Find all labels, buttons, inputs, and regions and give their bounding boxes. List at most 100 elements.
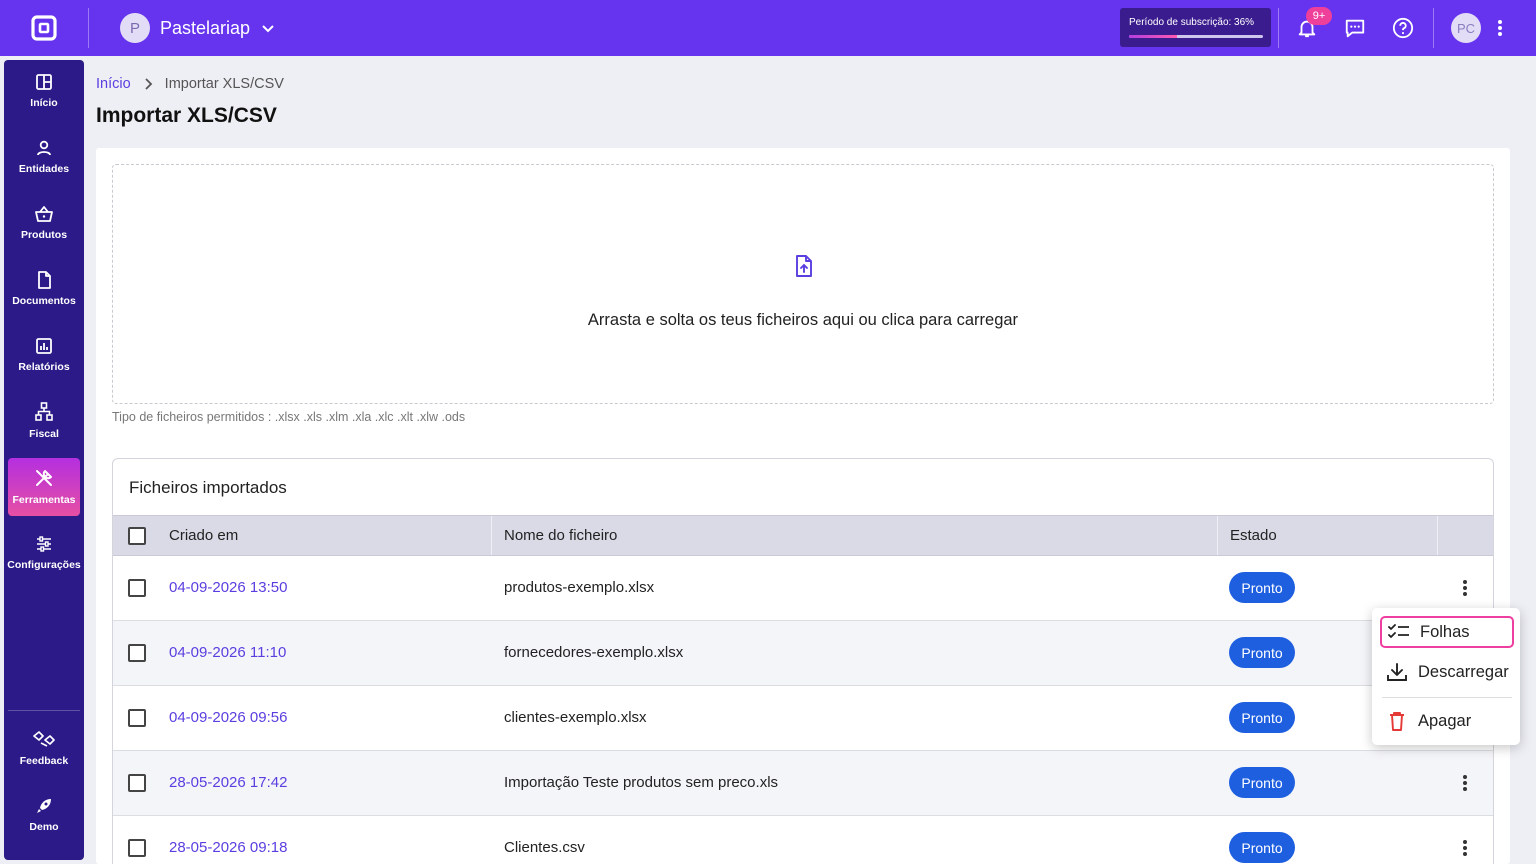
imported-files-table: Ficheiros importados Criado em Nome do f… — [112, 458, 1494, 864]
table-row[interactable]: 28-05-2026 17:42 Importação Teste produt… — [113, 751, 1493, 816]
row-checkbox[interactable] — [128, 579, 146, 597]
basket-icon — [35, 206, 53, 222]
app-logo[interactable] — [30, 14, 58, 42]
checklist-icon — [1388, 624, 1409, 638]
row-checkbox[interactable] — [128, 774, 146, 792]
select-all-checkbox[interactable] — [128, 527, 146, 545]
breadcrumb-current: Importar XLS/CSV — [164, 76, 284, 92]
trash-icon — [1390, 712, 1404, 731]
sidebar-item-demo[interactable]: Demo — [8, 786, 80, 844]
sidebar-item-label: Início — [30, 97, 58, 109]
sidebar-item-label: Demo — [29, 821, 59, 833]
sidebar-item-inicio[interactable]: Início — [8, 62, 80, 120]
company-selector[interactable]: P Pastelariap — [120, 13, 276, 43]
row-checkbox[interactable] — [128, 839, 146, 857]
more-vertical-icon — [1463, 840, 1467, 856]
network-icon — [35, 402, 53, 421]
download-icon — [1387, 663, 1407, 681]
divider — [1278, 8, 1279, 48]
header-filename[interactable]: Nome do ficheiro — [504, 516, 617, 555]
help-icon — [1392, 17, 1414, 39]
subscription-progress-fill — [1129, 35, 1178, 38]
row-actions-button[interactable] — [1453, 768, 1477, 798]
sidebar-item-documentos[interactable]: Documentos — [8, 260, 80, 318]
status-badge: Pronto — [1229, 832, 1295, 863]
row-context-menu: Folhas Descarregar Apagar — [1372, 608, 1520, 745]
tools-icon — [36, 470, 52, 486]
sidebar-item-fiscal[interactable]: Fiscal — [8, 392, 80, 450]
sidebar-item-produtos[interactable]: Produtos — [8, 194, 80, 252]
filename: produtos-exemplo.xlsx — [504, 579, 655, 596]
sliders-icon — [37, 536, 51, 552]
feedback-icon — [33, 731, 55, 747]
sidebar-item-label: Fiscal — [29, 428, 59, 440]
sidebar-item-label: Ferramentas — [12, 494, 76, 506]
sidebar-item-label: Feedback — [19, 755, 69, 767]
header-created[interactable]: Criado em — [169, 516, 238, 555]
chat-icon — [1345, 19, 1365, 38]
created-date-link[interactable]: 04-09-2026 09:56 — [169, 709, 287, 726]
table-title: Ficheiros importados — [129, 478, 287, 497]
table-row[interactable]: 28-05-2026 09:18 Clientes.csv Pronto — [113, 816, 1493, 864]
row-actions-button[interactable] — [1453, 833, 1477, 863]
sidebar-divider — [8, 710, 80, 711]
created-date-link[interactable]: 04-09-2026 13:50 — [169, 579, 287, 596]
sidebar-item-label: Relatórios — [18, 361, 70, 373]
sidebar-item-entidades[interactable]: Entidades — [8, 128, 80, 186]
menu-item-folhas[interactable]: Folhas — [1380, 616, 1514, 648]
sidebar-item-ferramentas[interactable]: Ferramentas — [8, 458, 80, 516]
divider — [1433, 8, 1434, 48]
subscription-label: Período de subscrição: 36% — [1129, 17, 1255, 28]
row-actions-button[interactable] — [1453, 573, 1477, 603]
main-card: Arrasta e solta os teus ficheiros aqui o… — [96, 148, 1510, 864]
filename: fornecedores-exemplo.xlsx — [504, 644, 684, 661]
sidebar-item-relatorios[interactable]: Relatórios — [8, 326, 80, 384]
menu-divider — [1382, 697, 1512, 698]
more-vertical-icon — [1463, 775, 1467, 791]
company-name: Pastelariap — [160, 17, 251, 38]
table-row[interactable]: 04-09-2026 09:56 clientes-exemplo.xlsx P… — [113, 686, 1493, 751]
help-button[interactable] — [1389, 14, 1417, 42]
filename: Importação Teste produtos sem preco.xls — [504, 774, 779, 791]
subscription-progress-track — [1129, 35, 1263, 38]
file-upload-icon — [796, 255, 812, 277]
created-date-link[interactable]: 28-05-2026 09:18 — [169, 839, 287, 856]
sidebar-item-label: Documentos — [12, 295, 76, 307]
more-options-button[interactable] — [1486, 14, 1514, 42]
messages-button[interactable] — [1341, 14, 1369, 42]
breadcrumb-home-link[interactable]: Início — [96, 76, 131, 92]
created-date-link[interactable]: 04-09-2026 11:10 — [169, 644, 286, 661]
menu-item-apagar[interactable]: Apagar — [1380, 705, 1514, 737]
sidebar-item-label: Configurações — [7, 559, 81, 571]
sidebar-item-configuracoes[interactable]: Configurações — [7, 524, 81, 582]
table-header: Criado em Nome do ficheiro Estado — [113, 515, 1493, 556]
row-checkbox[interactable] — [128, 709, 146, 727]
filename: Clientes.csv — [504, 839, 585, 856]
menu-item-label: Apagar — [1418, 711, 1472, 730]
more-vertical-icon — [1498, 20, 1502, 36]
menu-item-label: Descarregar — [1418, 662, 1509, 681]
user-avatar[interactable]: PC — [1451, 13, 1481, 43]
row-checkbox[interactable] — [128, 644, 146, 662]
upload-dropzone[interactable]: Arrasta e solta os teus ficheiros aqui o… — [112, 164, 1494, 404]
allowed-file-types: Tipo de ficheiros permitidos : .xlsx .xl… — [112, 410, 466, 424]
notifications-badge: 9+ — [1306, 7, 1332, 25]
chevron-right-icon — [145, 78, 152, 90]
created-date-link[interactable]: 28-05-2026 17:42 — [169, 774, 287, 791]
status-badge: Pronto — [1229, 702, 1295, 733]
status-badge: Pronto — [1229, 637, 1295, 668]
menu-item-descarregar[interactable]: Descarregar — [1380, 656, 1514, 688]
header-status[interactable]: Estado — [1230, 516, 1277, 555]
breadcrumb: Início Importar XLS/CSV — [96, 76, 284, 92]
header-divider — [1437, 516, 1438, 555]
status-badge: Pronto — [1229, 572, 1295, 603]
user-icon — [37, 140, 51, 156]
sidebar-item-feedback[interactable]: Feedback — [8, 720, 80, 778]
chart-icon — [36, 338, 52, 354]
rocket-icon — [37, 799, 51, 813]
subscription-indicator[interactable]: Período de subscrição: 36% — [1120, 8, 1271, 47]
menu-item-label: Folhas — [1420, 622, 1470, 641]
chevron-down-icon — [262, 25, 274, 33]
table-row[interactable]: 04-09-2026 11:10 fornecedores-exemplo.xl… — [113, 621, 1493, 686]
table-row[interactable]: 04-09-2026 13:50 produtos-exemplo.xlsx P… — [113, 556, 1493, 621]
